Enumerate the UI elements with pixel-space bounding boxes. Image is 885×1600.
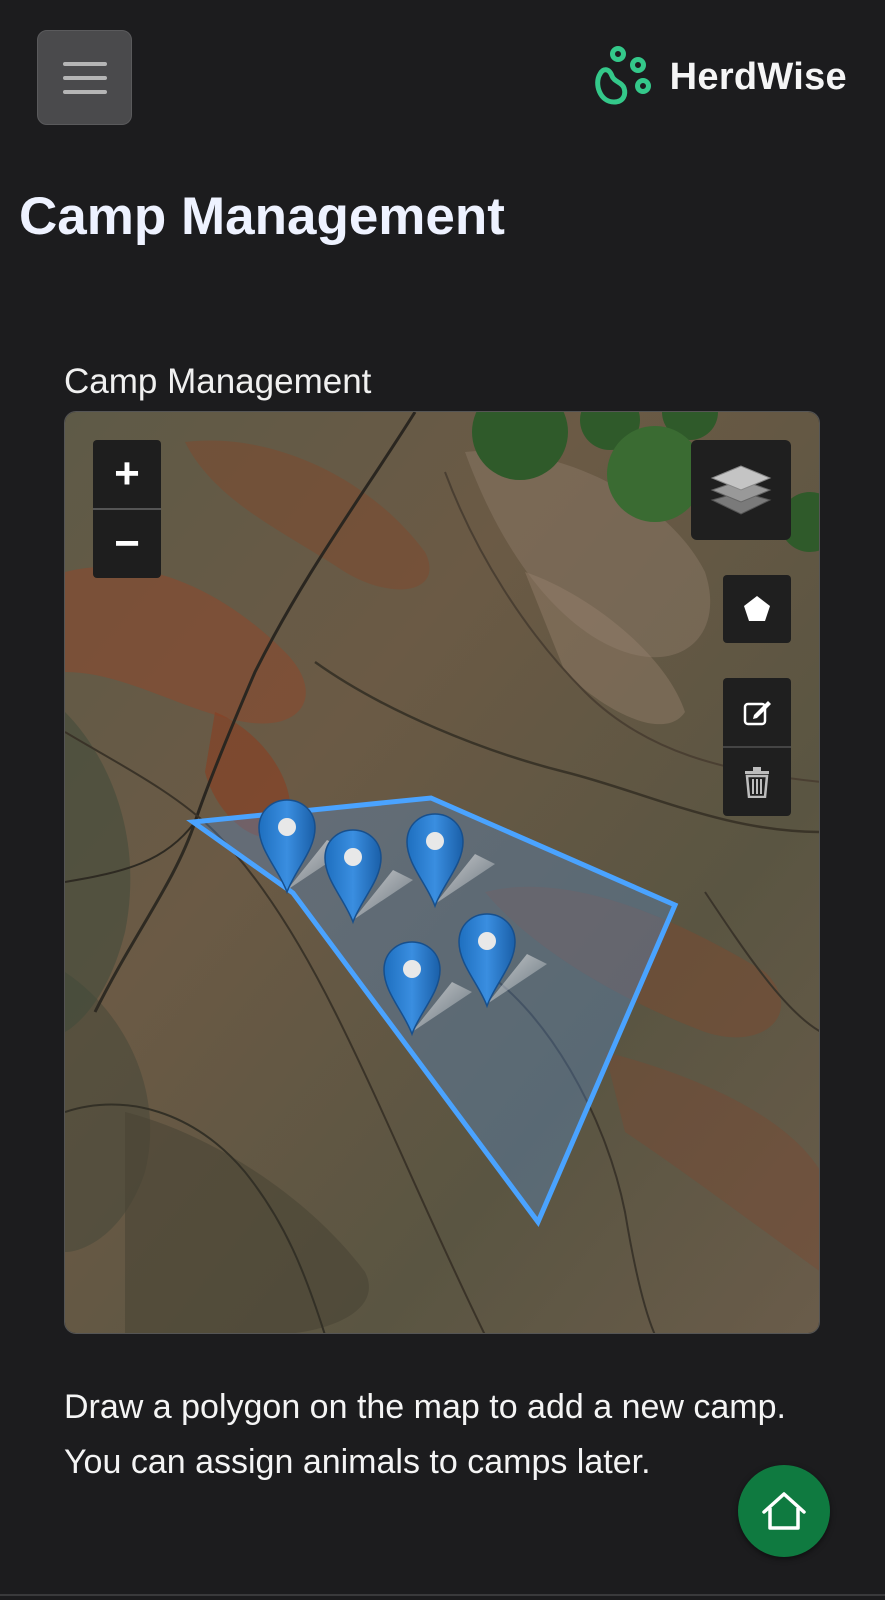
camp-map[interactable]: + − xyxy=(64,411,820,1334)
home-button[interactable] xyxy=(738,1465,830,1557)
zoom-control: + − xyxy=(93,440,161,578)
zoom-in-button[interactable]: + xyxy=(93,440,161,508)
layers-icon xyxy=(710,465,772,515)
page-title: Camp Management xyxy=(19,187,505,246)
animal-marker[interactable] xyxy=(458,913,547,1009)
trash-icon xyxy=(745,767,769,798)
edit-toolbar xyxy=(723,678,791,816)
edit-layers-button[interactable] xyxy=(723,678,791,746)
menu-button[interactable] xyxy=(37,30,132,125)
home-icon xyxy=(762,1492,806,1530)
layers-button[interactable] xyxy=(691,440,791,540)
section-label: Camp Management xyxy=(64,362,372,401)
brand-name: HerdWise xyxy=(669,55,847,98)
animal-marker[interactable] xyxy=(383,941,472,1037)
map-instructions: Draw a polygon on the map to add a new c… xyxy=(64,1388,786,1481)
paw-icon xyxy=(594,46,651,105)
brand-logo[interactable]: HerdWise xyxy=(590,46,847,108)
delete-layers-button[interactable] xyxy=(723,748,791,816)
edit-icon xyxy=(743,701,771,726)
animal-marker[interactable] xyxy=(324,829,413,925)
zoom-out-button[interactable]: − xyxy=(93,510,161,578)
bottom-divider xyxy=(0,1594,885,1596)
camp-markers xyxy=(258,799,547,1037)
draw-polygon-button[interactable] xyxy=(723,575,791,643)
pentagon-icon xyxy=(744,596,770,621)
hamburger-icon xyxy=(62,61,107,94)
animal-marker[interactable] xyxy=(406,813,495,909)
